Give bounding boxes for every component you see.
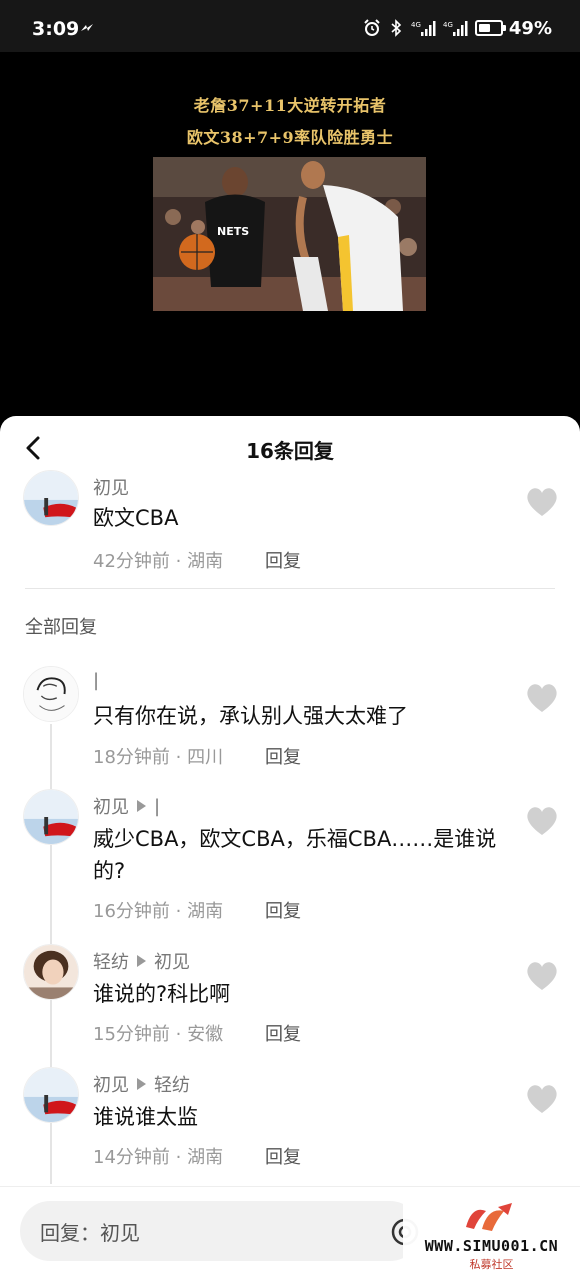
battery-icon — [474, 20, 506, 36]
signal-4g-icon: 4G — [411, 21, 436, 36]
author-name[interactable]: 初见 — [93, 793, 129, 819]
sheet-title: 16条回复 — [246, 439, 334, 463]
video-headline-line2: 欧文38+7+9率队险胜勇士 — [186, 128, 394, 147]
heart-icon[interactable] — [524, 805, 560, 837]
divider — [25, 588, 555, 589]
reply-button[interactable]: 回复 — [265, 897, 301, 923]
reply-button[interactable]: 回复 — [265, 1020, 301, 1046]
watermark-site: WWW.SIMU001.CN — [424, 1237, 559, 1255]
status-time: 3:09 — [32, 18, 80, 40]
reply-sheet: 16条回复 初见 欧文CBA 42分钟前 · 湖南 回复 全部回复 | 只有你在… — [0, 416, 580, 1275]
avatar[interactable] — [23, 666, 79, 722]
comment-text: 谁说谁太监 — [93, 1105, 198, 1129]
author-name[interactable]: | — [93, 670, 99, 691]
comment-text: 威少CBA，欧文CBA，乐福CBA……是谁说的? — [93, 827, 497, 883]
comment-author[interactable]: 轻纺 初见 — [93, 948, 190, 974]
basketball-photo: NETS — [153, 157, 426, 311]
status-bar: 3:09 4G 4G 49% — [0, 0, 580, 52]
comment-meta: 18分钟前 · 四川 — [93, 747, 224, 768]
reply-input[interactable]: 回复：初见 — [20, 1201, 420, 1261]
do-not-disturb-icon — [81, 24, 93, 31]
comment-text: 谁说的?科比啊 — [93, 982, 231, 1006]
reply-arrow-icon — [137, 800, 146, 812]
comment-text: 欧文CBA — [93, 506, 179, 530]
avatar[interactable] — [23, 1067, 79, 1123]
avatar[interactable] — [23, 470, 79, 526]
heart-icon[interactable] — [524, 486, 560, 518]
reply-button[interactable]: 回复 — [265, 547, 301, 573]
battery-percent: 49% — [508, 17, 552, 39]
heart-icon[interactable] — [524, 960, 560, 992]
svg-text:4G: 4G — [443, 21, 453, 29]
signal-4g-icon: 4G — [443, 21, 468, 36]
video-player[interactable]: 老詹37+11大逆转开拓者 欧文38+7+9率队险胜勇士 NETS — [0, 52, 580, 424]
heart-icon[interactable] — [524, 1083, 560, 1115]
comment-meta: 14分钟前 · 湖南 — [93, 1147, 224, 1168]
section-label-all-replies: 全部回复 — [25, 617, 97, 638]
reply-arrow-icon — [137, 955, 146, 967]
site-watermark: WWW.SIMU001.CN 私募社区 — [403, 1197, 580, 1275]
comment-author[interactable]: 初见 | — [93, 793, 160, 819]
reply-to-name[interactable]: 初见 — [154, 948, 190, 974]
author-name[interactable]: 初见 — [93, 474, 129, 500]
comment-meta: 15分钟前 · 安徽 — [93, 1024, 224, 1045]
comment-meta: 42分钟前 · 湖南 — [93, 551, 224, 572]
video-headline-line1: 老詹37+11大逆转开拓者 — [193, 96, 387, 115]
avatar[interactable] — [23, 789, 79, 845]
reply-button[interactable]: 回复 — [265, 1143, 301, 1169]
comment-meta: 16分钟前 · 湖南 — [93, 901, 224, 922]
watermark-logo — [466, 1203, 512, 1231]
comment-author[interactable]: | — [93, 670, 99, 691]
alarm-icon — [364, 19, 380, 36]
bluetooth-icon — [391, 19, 402, 37]
comment-author[interactable]: 初见 — [93, 474, 129, 500]
avatar[interactable] — [23, 944, 79, 1000]
author-name[interactable]: 轻纺 — [93, 948, 129, 974]
comment-author[interactable]: 初见 轻纺 — [93, 1071, 190, 1097]
reply-to-name[interactable]: 轻纺 — [154, 1071, 190, 1097]
svg-text:4G: 4G — [411, 21, 421, 29]
reply-to-name[interactable]: | — [154, 796, 160, 817]
sheet-header: 16条回复 — [0, 416, 580, 478]
reply-arrow-icon — [137, 1078, 146, 1090]
comment-text: 只有你在说，承认别人强大太难了 — [93, 704, 408, 728]
reply-button[interactable]: 回复 — [265, 743, 301, 769]
author-name[interactable]: 初见 — [93, 1071, 129, 1097]
jersey-text: NETS — [217, 225, 249, 238]
watermark-sub: 私募社区 — [469, 1258, 514, 1271]
status-icons: 4G 4G 49% — [363, 16, 552, 40]
heart-icon[interactable] — [524, 682, 560, 714]
